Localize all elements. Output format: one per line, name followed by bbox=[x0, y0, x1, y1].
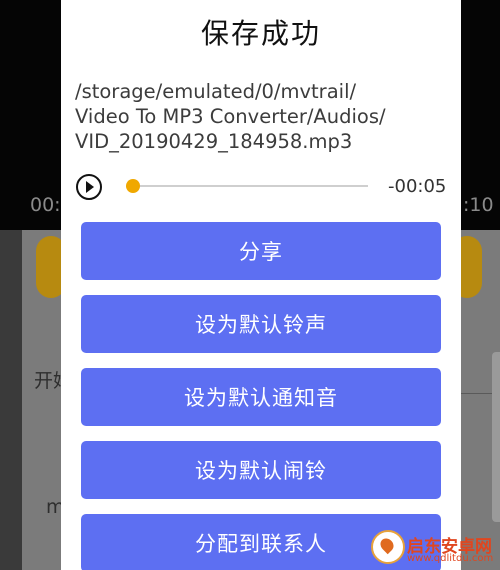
file-path-line: /storage/emulated/0/mvtrail/ bbox=[75, 80, 357, 103]
background-left-strip bbox=[0, 230, 22, 570]
file-path-line: Video To MP3 Converter/Audios/ bbox=[75, 105, 386, 128]
seek-bar-thumb[interactable] bbox=[126, 179, 140, 193]
background-time-right: :10 bbox=[463, 194, 494, 216]
share-button[interactable]: 分享 bbox=[81, 222, 441, 280]
set-default-notification-button[interactable]: 设为默认通知音 bbox=[81, 368, 441, 426]
dialog-title: 保存成功 bbox=[200, 17, 321, 50]
background-time-left: 00: bbox=[30, 194, 61, 216]
save-success-dialog: 保存成功 /storage/emulated/0/mvtrail/ Video … bbox=[61, 0, 461, 570]
background-scrollbar bbox=[492, 352, 500, 522]
set-default-alarm-button[interactable]: 设为默认闹铃 bbox=[81, 441, 441, 499]
file-path-line: VID_20190429_184958.mp3 bbox=[75, 130, 353, 153]
watermark-logo-icon bbox=[371, 530, 405, 564]
audio-player: -00:05 bbox=[76, 172, 452, 202]
file-path: /storage/emulated/0/mvtrail/ Video To MP… bbox=[75, 79, 451, 154]
remaining-time: -00:05 bbox=[388, 176, 447, 197]
seek-bar-track[interactable] bbox=[126, 185, 368, 187]
play-icon[interactable] bbox=[76, 174, 102, 200]
watermark-url: www.qdlitdu.com bbox=[407, 553, 494, 564]
set-default-ringtone-button[interactable]: 设为默认铃声 bbox=[81, 295, 441, 353]
